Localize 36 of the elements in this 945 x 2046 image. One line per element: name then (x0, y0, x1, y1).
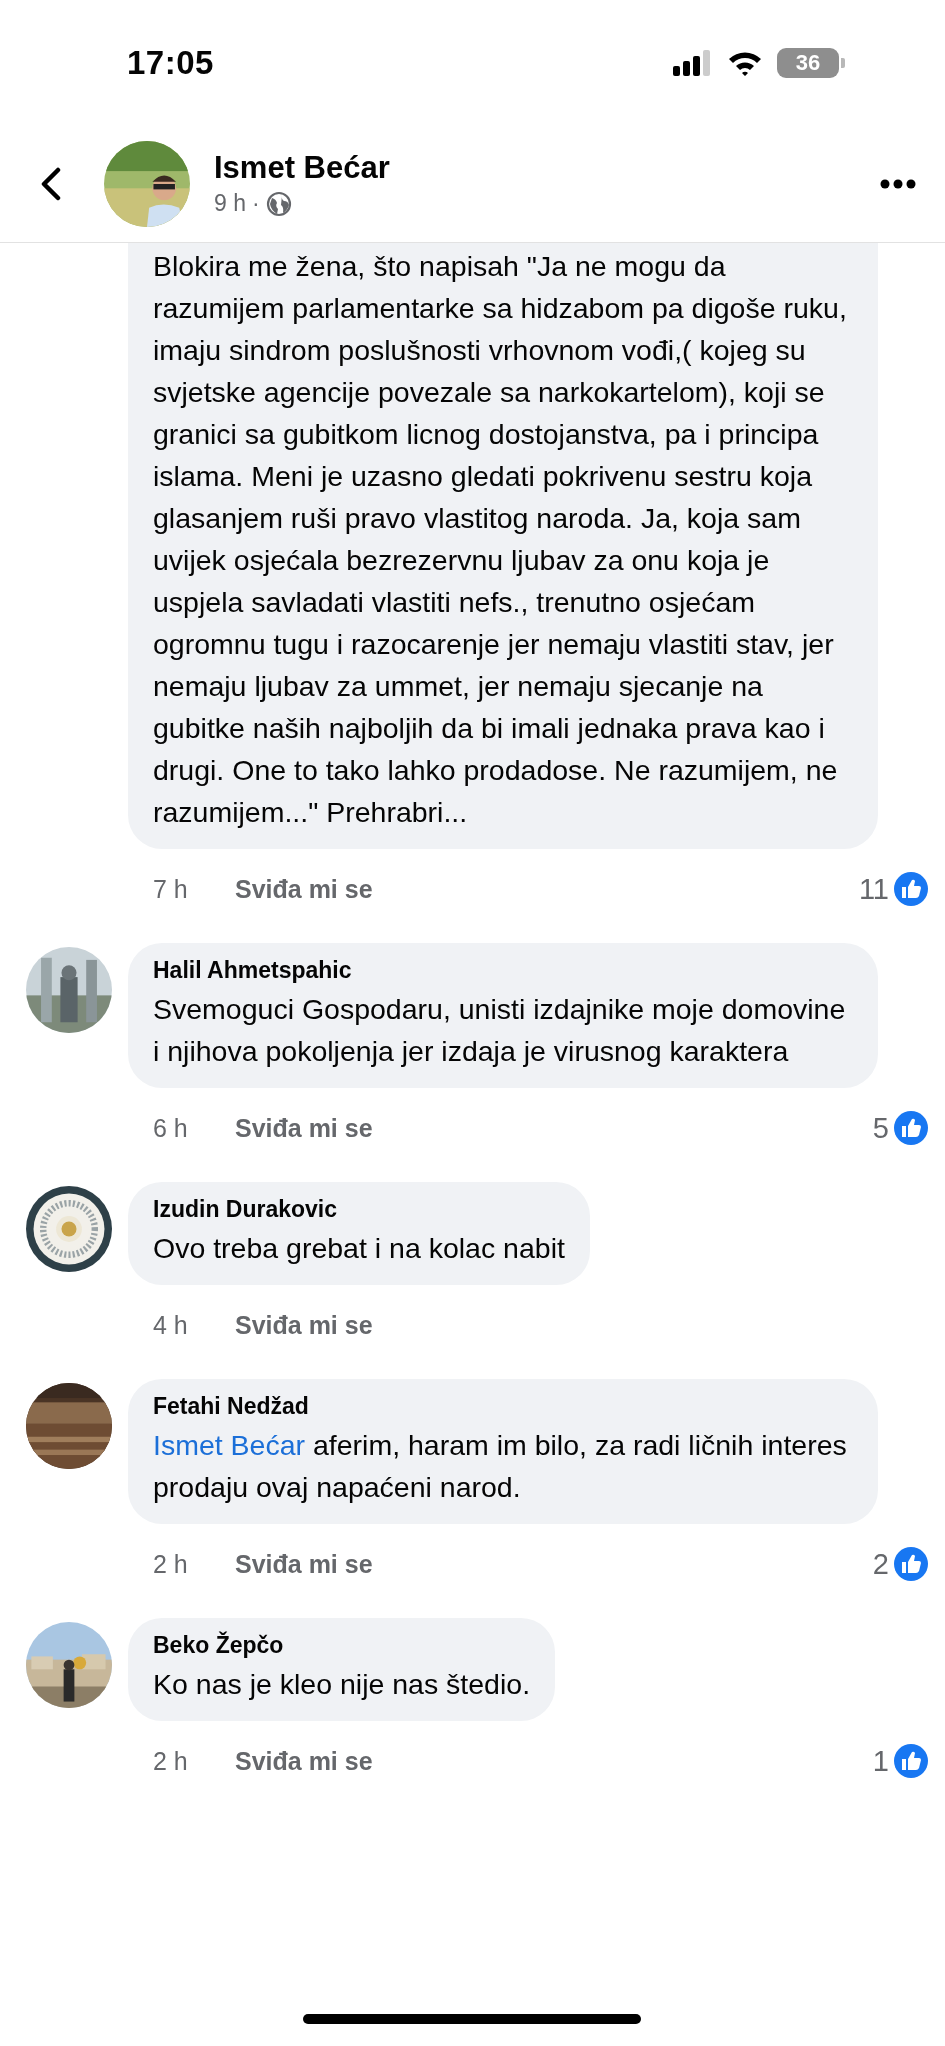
comment-time: 4 h (153, 1310, 189, 1340)
like-button[interactable]: Sviđa mi se (235, 1310, 373, 1340)
comment-text: Ovo treba grebat i na kolac nabit (153, 1231, 565, 1266)
comment-text: Blokira me žena, što napisah "Ja ne mogu da razumijem parlamentarke sa hidzabom pa digoše ruku, imaju sindrom poslušnosti vrhovnom vođi,( kojeg su svjetske agencije povezale sa narkokartelom), koji se granici sa gubitkom licnog dostojanstva, pa i principa islama. Meni je uzasno gledati pokrivenu sestru koja glasanjem ruši pravo vlastitog naroda. Ja, koja sam uvijek osjećala bezrezervnu ljubav za onu koja je uspjela savladati vlastiti nefs., trenutno osjećam ogromnu tugu i razocarenje jer nemaju vlastiti stav, jer nemaju ljubav za ummet, jer nemaju sjecanje na gubitke naših najboljih da bi imali jednaka prava kao i drugi. One to tako lahko prodadose. Ne razumijem, ne razumijem..." Prehrabri... (153, 249, 848, 830)
more-icon[interactable] (879, 177, 917, 190)
mention-link[interactable]: Ismet Bećar (153, 1429, 306, 1461)
signal-icon (673, 49, 713, 76)
comment-author[interactable]: Halil Ahmetspahic (153, 957, 853, 984)
like-icon (893, 871, 929, 907)
comment-time: 2 h (153, 1549, 189, 1579)
like-button[interactable]: Sviđa mi se (235, 874, 373, 904)
post-author[interactable]: Ismet Bećar (214, 150, 879, 186)
separator-dot: · (252, 190, 260, 217)
like-icon (893, 1743, 929, 1779)
comment-text: Ismet Bećar aferim, haram im bilo, za radi ličnih interes prodaju ovaj napaćeni narod. (153, 1428, 848, 1505)
post-time: 9 h (214, 190, 246, 217)
battery-indicator: 36 (777, 47, 839, 78)
comment-time: 6 h (153, 1113, 189, 1143)
comment-text: Ko nas je kleo nije nas štedio. (153, 1667, 531, 1702)
comment-author[interactable]: Izudin Durakovic (153, 1196, 565, 1223)
like-icon (893, 1546, 929, 1582)
like-button[interactable]: Sviđa mi se (235, 1746, 373, 1776)
comment-author[interactable]: Beko Žepčo (153, 1632, 531, 1659)
like-count: 5 (872, 1111, 889, 1145)
comment-author[interactable]: Fetahi Nedžad (153, 1393, 853, 1420)
status-time: 17:05 (127, 43, 214, 82)
comment-time: 2 h (153, 1746, 189, 1776)
like-count: 11 (858, 872, 889, 906)
comment-text: Svemoguci Gospodaru, unisti izdajnike moje domovine i njihova pokoljenja jer izdaja je virusnog karaktera (153, 992, 847, 1069)
like-count: 2 (872, 1547, 889, 1581)
like-icon (893, 1110, 929, 1146)
like-count: 1 (872, 1744, 889, 1778)
comment-time: 7 h (153, 874, 189, 904)
like-button[interactable]: Sviđa mi se (235, 1549, 373, 1579)
globe-icon (265, 190, 292, 217)
like-button[interactable]: Sviđa mi se (235, 1113, 373, 1143)
